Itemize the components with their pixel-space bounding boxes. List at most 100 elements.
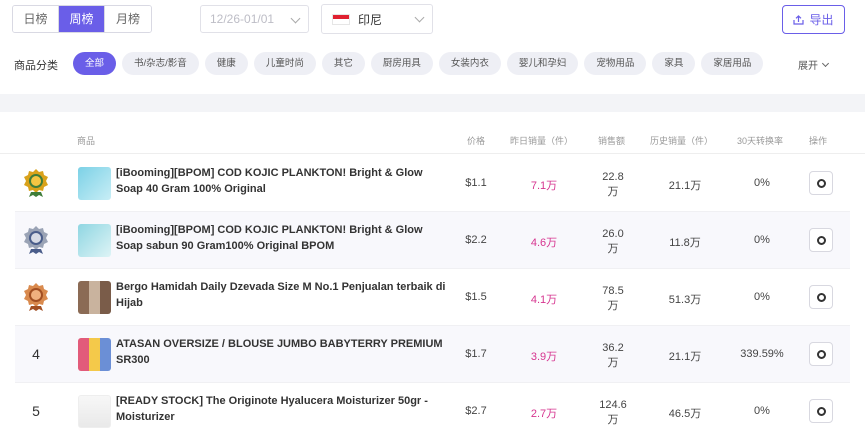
expand-label: 展开 <box>798 61 818 72</box>
view-detail-button[interactable] <box>809 228 833 252</box>
product-name[interactable]: [READY STOCK] The Originote Hyalucera Mo… <box>116 393 451 425</box>
yesterday-sales: 3.9万 <box>530 351 558 363</box>
category-chip-kitchen[interactable]: 厨房用具 <box>370 52 433 75</box>
view-detail-button[interactable] <box>809 171 833 195</box>
export-button[interactable]: 导出 <box>782 5 845 34</box>
chevron-down-icon <box>821 59 830 67</box>
price: $1.7 <box>465 348 487 360</box>
price: $1.1 <box>465 177 487 189</box>
sales-amount: 36.2 万 <box>590 341 636 371</box>
country-label: 印尼 <box>358 12 383 27</box>
table-header: 商品 价格 昨日销量（件） 销售额 历史销量（件） 30天转换率 操作 <box>0 112 865 154</box>
category-chip-baby-maternity[interactable]: 婴儿和孕妇 <box>506 52 579 75</box>
history-sales: 11.8万 <box>669 237 701 249</box>
product-thumbnail[interactable] <box>78 281 111 314</box>
table-row: [iBooming][BPOM] COD KOJIC PLANKTON! Bri… <box>15 155 850 212</box>
conversion-rate: 0% <box>754 234 770 246</box>
tab-weekly[interactable]: 周榜 <box>59 6 105 32</box>
view-detail-button[interactable] <box>809 342 833 366</box>
yesterday-sales: 2.7万 <box>530 408 558 420</box>
yesterday-sales: 7.1万 <box>530 180 558 192</box>
bronze-medal-icon <box>23 282 49 312</box>
category-chip-womens-underwear[interactable]: 女装内衣 <box>438 52 501 75</box>
price: $1.5 <box>465 291 487 303</box>
sales-amount: 26.0 万 <box>590 227 636 257</box>
category-chip-furniture[interactable]: 家具 <box>652 52 696 75</box>
product-thumbnail[interactable] <box>78 395 111 428</box>
conversion-rate: 339.59% <box>740 348 784 360</box>
date-range-select[interactable]: 12/26-01/01 <box>200 5 309 33</box>
conversion-rate: 0% <box>754 405 770 417</box>
sales-unit: 万 <box>607 243 619 255</box>
price: $2.2 <box>465 234 487 246</box>
date-range-placeholder: 12/26-01/01 <box>210 12 275 26</box>
header-conversion: 30天转换率 <box>737 136 784 146</box>
category-chip-other[interactable]: 其它 <box>321 52 365 75</box>
product-thumbnail[interactable] <box>78 167 111 200</box>
ranking-table: 商品 价格 昨日销量（件） 销售额 历史销量（件） 30天转换率 操作 [iBo… <box>0 112 865 436</box>
search-icon <box>816 178 826 188</box>
product-name[interactable]: ATASAN OVERSIZE / BLOUSE JUMBO BABYTERRY… <box>116 336 451 368</box>
header-history-sales: 历史销量（件） <box>650 136 714 146</box>
product-name[interactable]: Bergo Hamidah Daily Dzevada Size M No.1 … <box>116 279 451 311</box>
sales-unit: 万 <box>607 186 619 198</box>
header-product: 商品 <box>77 136 96 146</box>
history-sales: 21.1万 <box>668 180 702 192</box>
rank-number: 5 <box>32 403 40 419</box>
sales-amount: 124.6 万 <box>590 398 636 428</box>
search-icon <box>816 406 826 416</box>
indonesia-flag-icon <box>332 13 350 25</box>
export-label: 导出 <box>809 13 834 27</box>
product-thumbnail[interactable] <box>78 338 111 371</box>
sales-unit: 万 <box>607 414 619 426</box>
search-icon <box>816 235 826 245</box>
tab-monthly[interactable]: 月榜 <box>105 6 151 32</box>
category-chip-books[interactable]: 书/杂志/影音 <box>122 52 199 75</box>
sales-amount: 22.8 万 <box>590 170 636 200</box>
table-row: 4 ATASAN OVERSIZE / BLOUSE JUMBO BABYTER… <box>15 326 850 383</box>
history-sales: 51.3万 <box>668 294 702 306</box>
period-tabs: 日榜 周榜 月榜 <box>12 5 152 33</box>
country-select[interactable]: 印尼 <box>321 4 433 34</box>
category-chip-all[interactable]: 全部 <box>73 52 117 75</box>
sales-amount: 78.5 万 <box>590 284 636 314</box>
search-icon <box>816 349 826 359</box>
tab-daily[interactable]: 日榜 <box>13 6 59 32</box>
history-sales: 21.1万 <box>668 351 702 363</box>
sales-number: 22.8 <box>602 171 624 183</box>
sales-unit: 万 <box>607 357 619 369</box>
conversion-rate: 0% <box>754 177 770 189</box>
silver-medal-icon <box>23 225 49 255</box>
conversion-rate: 0% <box>754 291 770 303</box>
search-icon <box>816 292 826 302</box>
product-name[interactable]: [iBooming][BPOM] COD KOJIC PLANKTON! Bri… <box>116 165 451 197</box>
filter-panel: 日榜 周榜 月榜 12/26-01/01 印尼 导出 商品分类 全部 书/杂志/… <box>0 0 865 94</box>
header-action: 操作 <box>809 136 828 146</box>
chevron-down-icon <box>290 13 301 24</box>
product-thumbnail[interactable] <box>78 224 111 257</box>
price: $2.7 <box>465 405 487 417</box>
category-label: 商品分类 <box>14 60 58 72</box>
header-sales-amount: 销售额 <box>598 136 626 146</box>
category-chip-home[interactable]: 家居用品 <box>701 52 764 75</box>
sales-number: 36.2 <box>602 342 624 354</box>
view-detail-button[interactable] <box>809 285 833 309</box>
table-row: Bergo Hamidah Daily Dzevada Size M No.1 … <box>15 269 850 326</box>
yesterday-sales: 4.1万 <box>530 294 558 306</box>
category-chip-pet[interactable]: 宠物用品 <box>584 52 647 75</box>
view-detail-button[interactable] <box>809 399 833 423</box>
table-row: 5 [READY STOCK] The Originote Hyalucera … <box>15 383 850 436</box>
category-chip-kids-fashion[interactable]: 儿童时尚 <box>253 52 316 75</box>
expand-categories-button[interactable]: 展开 <box>798 57 830 72</box>
export-icon <box>793 14 805 25</box>
gold-medal-icon <box>23 168 49 198</box>
category-chips: 全部 书/杂志/影音 健康 儿童时尚 其它 厨房用具 女装内衣 婴儿和孕妇 宠物… <box>73 52 764 75</box>
product-name[interactable]: [iBooming][BPOM] COD KOJIC PLANKTON! Bri… <box>116 222 451 254</box>
header-yesterday-sales: 昨日销量（件） <box>510 136 574 146</box>
sales-number: 26.0 <box>602 228 624 240</box>
yesterday-sales: 4.6万 <box>530 237 558 249</box>
sales-unit: 万 <box>607 300 619 312</box>
category-chip-health[interactable]: 健康 <box>204 52 248 75</box>
rank-number: 4 <box>32 346 40 362</box>
header-price: 价格 <box>467 136 486 146</box>
